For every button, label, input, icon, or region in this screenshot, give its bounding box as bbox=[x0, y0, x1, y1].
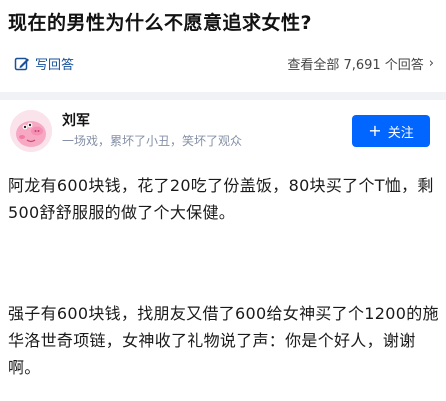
author-bio: 一场戏，累坏了小丑，笑坏了观众 bbox=[62, 134, 243, 148]
follow-button[interactable]: + 关注 bbox=[352, 115, 430, 147]
write-answer-button[interactable]: 写回答 bbox=[14, 54, 74, 73]
question-title[interactable]: 现在的男性为什么不愿意追求女性? bbox=[8, 8, 312, 35]
chevron-right-icon: › bbox=[428, 56, 434, 71]
avatar[interactable] bbox=[10, 110, 52, 152]
view-all-answers-link[interactable]: 查看全部 7,691 个回答 › bbox=[287, 54, 434, 73]
edit-icon bbox=[14, 56, 30, 72]
answer-paragraph: 强子有600块钱，找朋友又借了600给女神买了个1200的施华洛世奇项链，女神收… bbox=[8, 304, 439, 377]
follow-label: 关注 bbox=[387, 125, 414, 141]
view-all-label: 查看全部 7,691 个回答 bbox=[287, 58, 424, 73]
write-answer-label: 写回答 bbox=[35, 58, 75, 73]
answer-paragraph: 阿龙有600块钱，花了20吃了份盖饭，80块买了个T恤，剩500舒舒服服的做了个… bbox=[8, 176, 434, 222]
author-info: 刘军 一场戏，累坏了小丑，笑坏了观众 + 关注 bbox=[0, 100, 446, 162]
plus-icon: + bbox=[368, 121, 382, 140]
question-header: 现在的男性为什么不愿意追求女性? 写回答 查看全部 7,691 个回答 › bbox=[0, 0, 446, 92]
author-name[interactable]: 刘军 bbox=[62, 110, 90, 130]
section-divider bbox=[0, 92, 446, 100]
